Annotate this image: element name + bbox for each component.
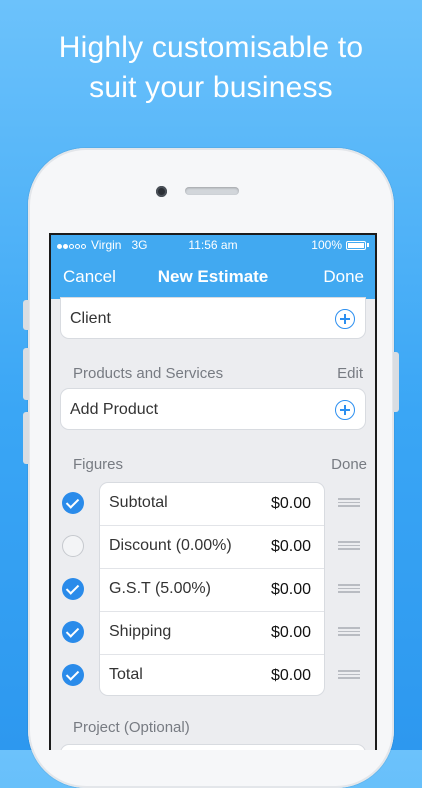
power-button: [393, 352, 399, 412]
project-section-title: Project (Optional): [73, 719, 190, 736]
shipping-checkbox[interactable]: [62, 621, 84, 643]
reorder-handle-icon[interactable]: [338, 498, 360, 507]
add-product-label: Add Product: [70, 401, 159, 418]
front-camera: [156, 186, 167, 197]
subtotal-checkbox[interactable]: [62, 492, 84, 514]
client-field[interactable]: Client: [60, 297, 366, 339]
reorder-handle-icon[interactable]: [338, 670, 360, 679]
cancel-button[interactable]: Cancel: [63, 267, 116, 287]
client-label: Client: [70, 310, 111, 327]
headline-line-1: Highly customisable to: [58, 31, 364, 64]
products-edit-button[interactable]: Edit: [337, 365, 363, 382]
figure-name: Discount (0.00%): [109, 537, 232, 554]
headline-line-2: suit your business: [89, 71, 333, 104]
volume-down-button: [23, 412, 29, 464]
total-checkbox[interactable]: [62, 664, 84, 686]
discount-checkbox[interactable]: [62, 535, 84, 557]
figure-value: $0.00: [270, 581, 311, 598]
earpiece-speaker: [185, 187, 239, 195]
figure-row-subtotal[interactable]: Subtotal $0.00: [100, 483, 324, 526]
figure-value: $0.00: [270, 667, 311, 684]
battery-info: 100%: [311, 238, 369, 252]
add-product-icon[interactable]: [335, 400, 355, 420]
figures-done-button[interactable]: Done: [331, 456, 367, 473]
reorder-handle-icon[interactable]: [338, 541, 360, 550]
figures-list: Subtotal $0.00 Discount (0.00%) $0.00 G.…: [99, 482, 325, 696]
project-field[interactable]: [60, 744, 366, 750]
figure-name: Shipping: [109, 623, 172, 640]
figure-value: $0.00: [270, 624, 311, 641]
figure-row-gst[interactable]: G.S.T (5.00%) $0.00: [100, 569, 324, 612]
phone-screen: Virgin 3G 11:56 am 100% Cancel New Estim…: [49, 233, 377, 750]
volume-up-button: [23, 348, 29, 400]
figure-value: $0.00: [270, 538, 311, 555]
battery-cap-icon: [367, 243, 369, 247]
figure-value: $0.00: [270, 495, 311, 512]
mute-switch: [23, 300, 29, 330]
figure-name: Total: [109, 666, 143, 683]
done-button[interactable]: Done: [323, 267, 364, 287]
figures-section-title: Figures: [73, 456, 124, 473]
figure-name: Subtotal: [109, 494, 168, 511]
figure-name: G.S.T (5.00%): [109, 580, 211, 597]
promo-headline: Highly customisable to suit your busines…: [0, 28, 422, 108]
reorder-handle-icon[interactable]: [338, 627, 360, 636]
status-bar: Virgin 3G 11:56 am 100%: [51, 235, 375, 255]
battery-percent: 100%: [311, 238, 342, 252]
gst-checkbox[interactable]: [62, 578, 84, 600]
products-section-title: Products and Services: [73, 365, 224, 382]
figure-row-total[interactable]: Total $0.00: [100, 655, 324, 695]
battery-icon: [346, 240, 366, 250]
add-client-icon[interactable]: [335, 309, 355, 329]
add-product-row[interactable]: Add Product: [60, 388, 366, 430]
figure-row-shipping[interactable]: Shipping $0.00: [100, 612, 324, 655]
reorder-handle-icon[interactable]: [338, 584, 360, 593]
navigation-bar: Virgin 3G 11:56 am 100% Cancel New Estim…: [51, 235, 375, 299]
figure-row-discount[interactable]: Discount (0.00%) $0.00: [100, 526, 324, 569]
